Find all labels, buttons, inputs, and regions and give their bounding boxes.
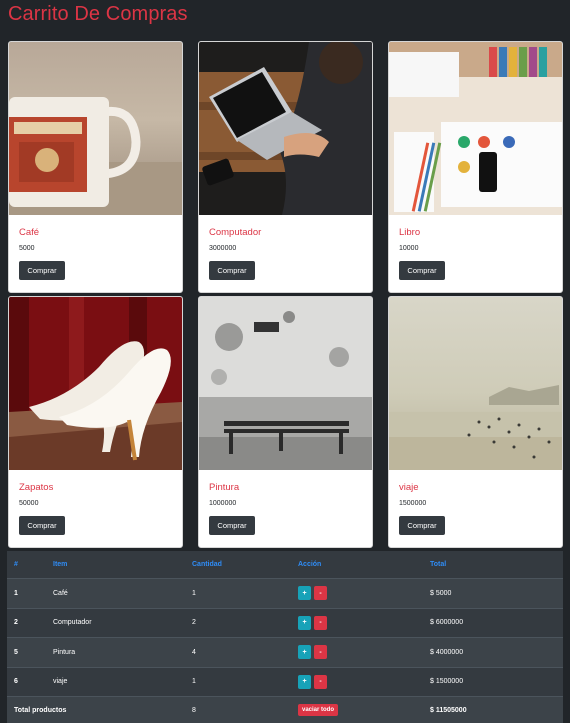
laptop-image [199, 42, 372, 215]
product-price: 5000 [19, 245, 35, 252]
buy-button-computador[interactable]: Comprar [209, 261, 255, 280]
increment-button[interactable]: + [298, 674, 311, 689]
increment-button[interactable]: + [298, 645, 311, 660]
row-num: 1 [14, 589, 18, 597]
row-num: 6 [14, 678, 18, 686]
row-total: $ 5000 [430, 589, 452, 597]
product-card-computador: Computador 3000000 Comprar [198, 41, 373, 293]
clear-cart-cell: vaciar todo [298, 697, 339, 723]
beach-image [389, 297, 562, 470]
product-name: Pintura [209, 482, 240, 493]
product-name: Zapatos [19, 482, 54, 493]
row-actions: + - [298, 668, 327, 697]
buy-button-cafe[interactable]: Comprar [19, 261, 65, 280]
row-qty: 4 [192, 648, 196, 656]
painted-wall-bench-image [199, 297, 372, 470]
header-action: Acción [298, 561, 322, 568]
product-card-viaje: viaje 1500000 Comprar [388, 296, 563, 548]
product-price: 50000 [19, 500, 39, 507]
row-qty: 2 [192, 619, 196, 627]
total-qty: 8 [192, 706, 196, 714]
row-num: 2 [14, 619, 18, 627]
row-actions: + - [298, 638, 327, 667]
buy-button-libro[interactable]: Comprar [399, 261, 445, 280]
product-card-cafe: Café 5000 Comprar [8, 41, 183, 293]
row-num: 5 [14, 648, 18, 656]
product-card-libro: Libro 10000 Comprar [388, 41, 563, 293]
product-name: Libro [399, 227, 421, 238]
cart-footer-row: Total productos 8 vaciar todo $ 11505000 [7, 696, 563, 723]
buy-button-zapatos[interactable]: Comprar [19, 516, 65, 535]
product-card-zapatos: Zapatos 50000 Comprar [8, 296, 183, 548]
row-item: viaje [53, 678, 68, 686]
increment-button[interactable]: + [298, 615, 311, 630]
coffee-mug-image [9, 42, 182, 215]
table-row: 5 Pintura 4 + - $ 4000000 [7, 637, 563, 667]
decrement-button[interactable]: - [314, 615, 327, 630]
header-total: Total [430, 561, 447, 568]
row-qty: 1 [192, 589, 196, 597]
product-price: 1000000 [209, 500, 237, 507]
header-qty: Cantidad [192, 561, 222, 568]
row-item: Café [53, 589, 68, 597]
row-item: Pintura [53, 648, 76, 656]
table-row: 6 viaje 1 + - $ 1500000 [7, 666, 563, 697]
desk-notebook-image [389, 42, 562, 215]
decrement-button[interactable]: - [314, 674, 327, 689]
cart-table-header: # Item Cantidad Acción Total [7, 551, 563, 578]
row-item: Computador [53, 619, 92, 627]
product-name: Computador [209, 227, 262, 238]
row-actions: + - [298, 579, 327, 608]
product-price: 1500000 [399, 500, 427, 507]
table-row: 2 Computador 2 + - $ 6000000 [7, 607, 563, 638]
total-products-label: Total productos [14, 706, 67, 714]
decrement-button[interactable]: - [314, 586, 327, 601]
row-actions: + - [298, 609, 327, 638]
increment-button[interactable]: + [298, 586, 311, 601]
row-total: $ 4000000 [430, 648, 464, 656]
product-name: viaje [399, 482, 419, 493]
product-card-pintura: Pintura 1000000 Comprar [198, 296, 373, 548]
cart-table: # Item Cantidad Acción Total 1 Café 1 + … [7, 551, 563, 723]
grand-total: $ 11505000 [430, 706, 467, 714]
row-total: $ 6000000 [430, 619, 464, 627]
table-row: 1 Café 1 + - $ 5000 [7, 578, 563, 608]
buy-button-viaje[interactable]: Comprar [399, 516, 445, 535]
product-name: Café [19, 227, 40, 238]
page-title: Carrito De Compras [8, 3, 188, 25]
row-qty: 1 [192, 678, 196, 686]
product-price: 3000000 [209, 245, 237, 252]
row-total: $ 1500000 [430, 678, 464, 686]
white-heels-image [9, 297, 182, 470]
header-item: Item [53, 561, 68, 568]
buy-button-pintura[interactable]: Comprar [209, 516, 255, 535]
header-num: # [14, 561, 18, 568]
product-price: 10000 [399, 245, 419, 252]
clear-cart-button[interactable]: vaciar todo [298, 704, 339, 716]
decrement-button[interactable]: - [314, 645, 327, 660]
